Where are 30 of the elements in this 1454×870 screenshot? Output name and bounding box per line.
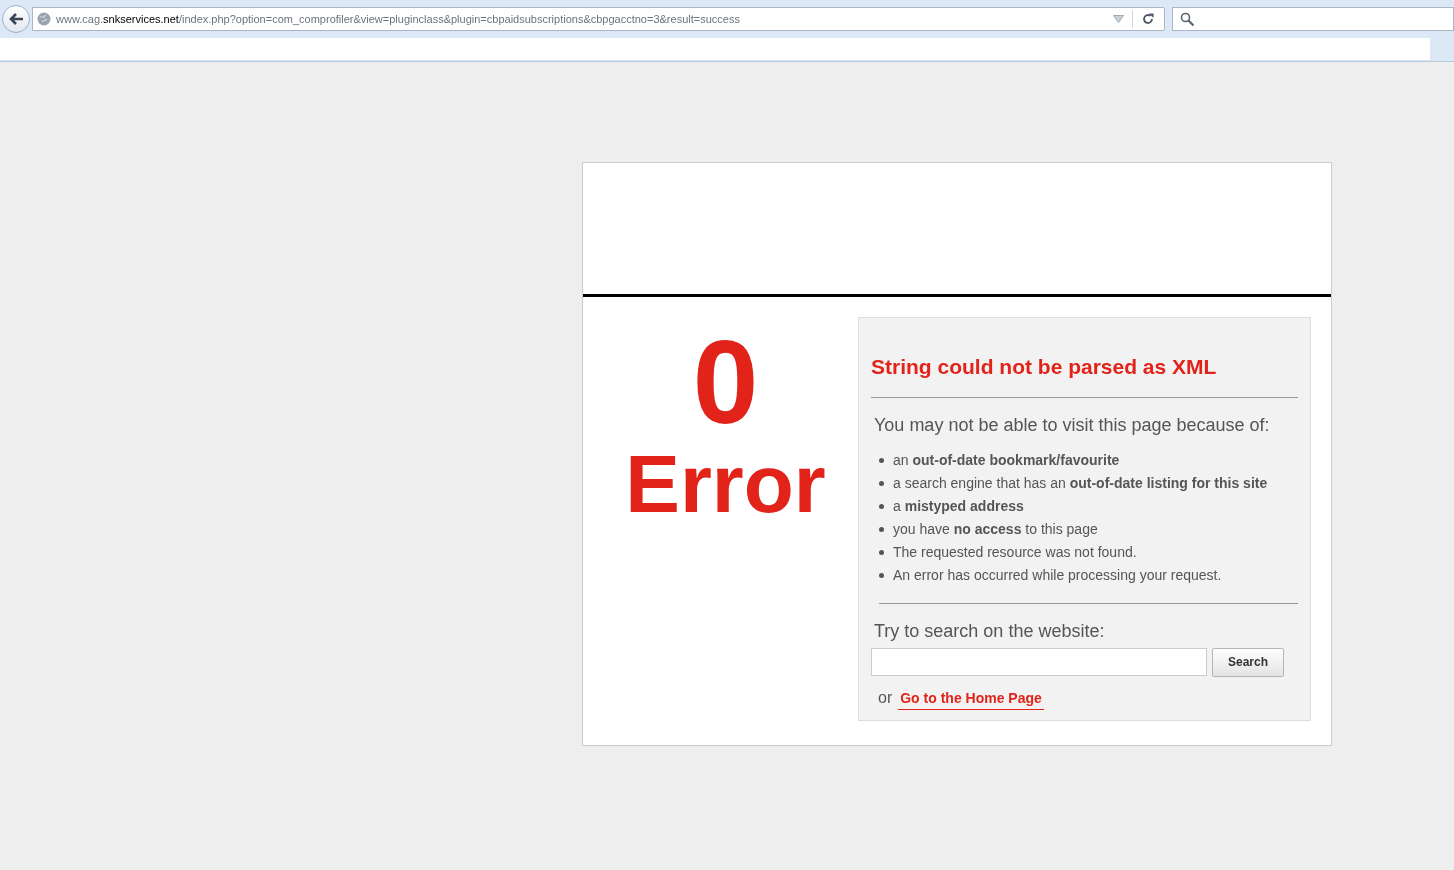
bullet-icon [879, 503, 884, 509]
reason-text: An error has occurred while processing your request. [893, 565, 1222, 585]
error-title: String could not be parsed as XML [871, 351, 1298, 398]
bullet-icon [879, 480, 884, 486]
intro-text: You may not be able to visit this page because of: [874, 413, 1271, 437]
home-page-link[interactable]: Go to the Home Page [898, 687, 1044, 710]
or-text: or [878, 687, 893, 708]
search-bar[interactable] [1172, 7, 1454, 31]
reload-icon[interactable] [1141, 12, 1155, 26]
bullet-icon [879, 572, 884, 578]
bullet-icon [879, 457, 884, 463]
back-button[interactable] [2, 5, 30, 33]
reason-text: a mistyped address [893, 496, 1024, 516]
error-label: Error [624, 443, 826, 525]
globe-icon [37, 12, 51, 26]
search-icon [1180, 11, 1195, 27]
url-text: www.cag.snkservices.net/index.php?option=com_comprofiler&view=pluginclass&plugin=cbpaidsubscriptions&cbpgacctno=3&result=success [56, 11, 741, 27]
reason-text: you have no access to this page [893, 519, 1098, 539]
bullet-icon [879, 526, 884, 532]
reason-text: The requested resource was not found. [893, 542, 1137, 562]
reason-text: a search engine that has an out-of-date listing for this site [893, 473, 1268, 493]
address-bar[interactable]: www.cag.snkservices.net/index.php?option=com_comprofiler&view=pluginclass&plugin=cbpaidsubscriptions&cbpgacctno=3&result=success [32, 7, 1165, 31]
back-arrow-icon [8, 12, 24, 26]
bullet-icon [879, 549, 884, 555]
search-button[interactable]: Search [1212, 647, 1284, 677]
error-code: 0 [691, 323, 759, 441]
reason-text: an out-of-date bookmark/favourite [893, 450, 1120, 470]
search-prompt: Try to search on the website: [874, 619, 1106, 643]
dropdown-icon[interactable] [1113, 15, 1124, 23]
search-input[interactable] [871, 648, 1207, 676]
